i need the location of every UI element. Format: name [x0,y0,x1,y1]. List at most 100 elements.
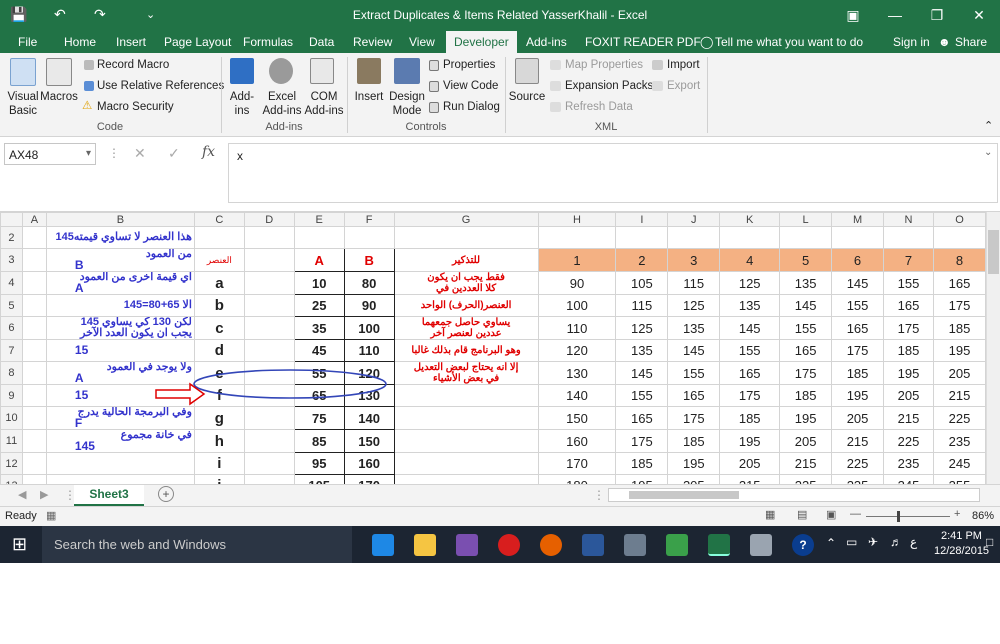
cell-d[interactable] [243,294,295,317]
macro-security-button[interactable]: Macro Security [97,100,174,114]
tab-addins[interactable]: Add-ins [526,35,567,49]
firefox-icon[interactable] [540,534,562,556]
word-icon[interactable] [582,534,604,556]
cell-element[interactable]: b [193,294,245,317]
matrix-cell[interactable]: 205 [932,361,986,385]
row-header[interactable]: 12 [0,452,23,475]
horizontal-scrollbar[interactable] [608,488,980,502]
matrix-cell[interactable]: 115 [667,271,721,295]
matrix-empty[interactable] [779,226,833,249]
row-header[interactable]: 2 [0,226,23,249]
matrix-cell[interactable]: 195 [779,406,833,430]
tab-formulas[interactable]: Formulas [243,35,293,49]
cell-d[interactable] [243,452,295,475]
column-header[interactable]: B [45,212,195,227]
matrix-header-cell[interactable]: 4 [719,248,781,272]
record-macro-button[interactable]: Record Macro [97,58,169,72]
column-header[interactable]: N [883,212,934,227]
matrix-cell[interactable]: 205 [831,406,884,430]
file-explorer-icon[interactable] [414,534,436,556]
cell-notes-g[interactable]: وهو البرنامج قام بذلك غالبا [393,339,539,362]
cell-value-b[interactable]: 80 [343,271,395,295]
matrix-header-cell[interactable]: 8 [932,248,986,272]
search-box[interactable]: Search the web and Windows [42,526,352,563]
battery-icon[interactable]: ▭ [846,535,857,549]
tab-view[interactable]: View [409,35,435,49]
matrix-cell[interactable]: 185 [615,452,669,475]
properties-button[interactable]: Properties [443,58,495,72]
cell-d[interactable] [243,271,295,295]
matrix-cell[interactable]: 185 [667,429,721,453]
matrix-cell[interactable]: 145 [667,339,721,362]
h-scroll-thumb[interactable] [629,491,739,499]
cell-notes-g[interactable]: يساوي حاصل جمعهما عددين لعنصر آخر [393,316,539,340]
matrix-cell[interactable]: 195 [883,361,934,385]
tray-chevron-icon[interactable]: ⌃ [826,536,836,550]
matrix-cell[interactable]: 235 [883,452,934,475]
matrix-cell[interactable]: 215 [883,406,934,430]
matrix-cell[interactable]: 195 [667,452,721,475]
matrix-cell[interactable]: 110 [537,316,617,340]
cell-notes-b[interactable]: وفي البرمجة الحالية يدرج F [45,406,195,430]
cell-notes-g[interactable]: العنصر(الحرف) الواحد [393,294,539,317]
tell-me-box[interactable]: Tell me what you want to do [715,35,863,49]
cell-a[interactable] [21,429,47,453]
paint-icon[interactable] [750,534,772,556]
matrix-cell[interactable]: 175 [615,429,669,453]
cell-notes-g[interactable] [393,384,539,407]
cell-notes-g[interactable] [393,474,539,484]
clock-date[interactable]: 12/28/2015 [934,545,989,557]
tab-split-icon[interactable]: ⋮ [593,488,605,502]
matrix-cell[interactable]: 155 [615,384,669,407]
matrix-header-cell[interactable]: 6 [831,248,884,272]
matrix-cell[interactable]: 195 [932,339,986,362]
matrix-cell[interactable]: 145 [719,316,781,340]
matrix-cell[interactable]: 140 [537,384,617,407]
prev-sheet-icon[interactable]: ◀ [18,488,26,501]
matrix-cell[interactable]: 215 [719,474,781,484]
matrix-cell[interactable]: 150 [537,406,617,430]
cell-value-b[interactable]: 150 [343,429,395,453]
cell-element[interactable]: d [193,339,245,362]
row-header[interactable]: 13 [0,474,23,484]
cell-value-a[interactable]: 85 [293,429,345,453]
matrix-cell[interactable]: 225 [932,406,986,430]
matrix-cell[interactable]: 145 [779,294,833,317]
matrix-cell[interactable]: 225 [883,429,934,453]
matrix-header-cell[interactable]: 7 [883,248,934,272]
tab-foxit[interactable]: FOXIT READER PDF [585,35,701,49]
matrix-cell[interactable]: 195 [615,474,669,484]
cell-f-header[interactable]: B [343,248,395,272]
matrix-cell[interactable]: 165 [719,361,781,385]
column-header[interactable]: H [537,212,617,227]
row-header[interactable]: 11 [0,429,23,453]
edge-icon[interactable] [372,534,394,556]
matrix-cell[interactable]: 215 [932,384,986,407]
matrix-cell[interactable]: 195 [831,384,884,407]
search-text[interactable]: Search the web and Windows [54,537,226,552]
design-mode-button[interactable]: Design Mode [386,90,428,118]
cell-e[interactable] [293,226,345,249]
matrix-cell[interactable]: 125 [719,271,781,295]
zoom-out-icon[interactable]: — [850,508,861,520]
matrix-cell[interactable]: 235 [831,474,884,484]
matrix-empty[interactable] [537,226,617,249]
zoom-slider-handle[interactable] [897,511,900,522]
matrix-cell[interactable]: 120 [537,339,617,362]
matrix-empty[interactable] [667,226,721,249]
matrix-empty[interactable] [719,226,781,249]
matrix-empty[interactable] [831,226,884,249]
matrix-cell[interactable]: 175 [831,339,884,362]
row-header[interactable]: 6 [0,316,23,340]
insert-function-icon[interactable]: fx [202,144,215,160]
expand-formula-icon[interactable]: ⌄ [984,147,992,158]
clock-time[interactable]: 2:41 PM [941,530,982,542]
ribbon-display-icon[interactable]: ▣ [838,4,868,26]
matrix-cell[interactable]: 165 [831,316,884,340]
com-addins-button[interactable]: COM Add-ins [302,90,346,118]
formula-input[interactable]: x [228,143,998,203]
cell-notes-g[interactable] [393,226,539,249]
matrix-cell[interactable]: 225 [831,452,884,475]
cell-notes-b[interactable]: هذا العنصر لا تساوي قيمته145 [45,226,195,249]
matrix-cell[interactable]: 165 [932,271,986,295]
